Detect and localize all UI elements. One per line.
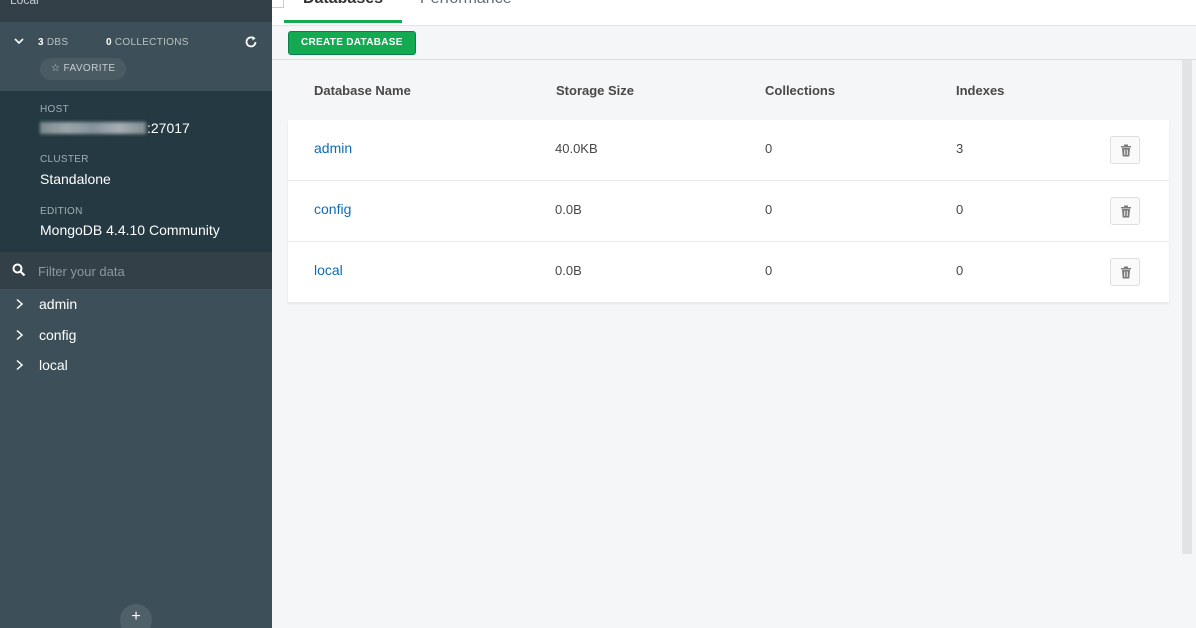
storage-size-cell: 0.0B <box>555 263 582 278</box>
refresh-icon[interactable] <box>244 35 258 49</box>
edition-label: EDITION <box>40 206 83 217</box>
indexes-cell: 0 <box>956 202 964 217</box>
collections-cell: 0 <box>765 263 773 278</box>
chevron-down-icon[interactable] <box>14 36 24 46</box>
toolbar: CREATE DATABASE <box>272 26 1196 60</box>
storage-size-cell: 40.0KB <box>555 141 598 156</box>
chevron-right-icon <box>16 359 24 371</box>
main-panel: Databases Performance CREATE DATABASE Da… <box>272 0 1196 628</box>
sidebar-item-label: admin <box>39 296 78 312</box>
add-database-button[interactable]: + <box>120 604 152 628</box>
table-row: local 0.0B 0 0 <box>288 242 1169 303</box>
sidebar-item-admin[interactable]: admin <box>0 289 272 319</box>
scrollbar[interactable] <box>1182 60 1192 554</box>
database-link[interactable]: local <box>314 262 343 278</box>
table-row: admin 40.0KB 0 3 <box>288 120 1169 181</box>
tab-bar: Databases Performance <box>272 0 1196 26</box>
collections-count: 0 COLLECTIONS <box>106 37 189 48</box>
trash-icon <box>1121 266 1131 279</box>
storage-size-cell: 0.0B <box>555 202 582 217</box>
sidebar-stats: 3 DBS 0 COLLECTIONS ☆ FAVORITE <box>0 30 272 90</box>
sidebar-item-config[interactable]: config <box>0 320 272 350</box>
database-link[interactable]: admin <box>314 140 352 156</box>
create-database-button[interactable]: CREATE DATABASE <box>288 31 416 55</box>
collections-cell: 0 <box>765 202 773 217</box>
cluster-value: Standalone <box>40 171 111 187</box>
delete-database-button[interactable] <box>1110 136 1140 164</box>
collections-cell: 0 <box>765 141 773 156</box>
column-header-database-name[interactable]: Database Name <box>314 83 411 98</box>
column-header-storage-size[interactable]: Storage Size <box>556 83 634 98</box>
table-header: Database Name Storage Size Collections I… <box>288 60 1169 120</box>
tab-databases[interactable]: Databases <box>284 0 402 23</box>
tab-bar-edge <box>272 0 284 8</box>
chevron-right-icon <box>16 329 24 341</box>
filter-input[interactable] <box>38 261 258 281</box>
database-link[interactable]: config <box>314 201 351 217</box>
cluster-label: CLUSTER <box>40 154 89 165</box>
indexes-cell: 0 <box>956 263 964 278</box>
host-value: :27017 <box>40 120 190 136</box>
sidebar-filter <box>0 252 272 289</box>
databases-table: Database Name Storage Size Collections I… <box>288 60 1169 303</box>
sidebar-title-bar: Local <box>0 0 272 22</box>
plus-icon: + <box>131 608 141 625</box>
sidebar-item-label: local <box>39 357 68 373</box>
connection-info: HOST :27017 CLUSTER Standalone EDITION M… <box>0 91 272 252</box>
dbs-count: 3 DBS <box>38 37 69 48</box>
tab-performance[interactable]: Performance <box>420 0 512 8</box>
table-row: config 0.0B 0 0 <box>288 181 1169 242</box>
indexes-cell: 3 <box>956 141 964 156</box>
search-icon <box>12 263 26 277</box>
trash-icon <box>1121 205 1131 218</box>
favorite-button[interactable]: ☆ FAVORITE <box>40 58 127 80</box>
redacted-host <box>40 122 146 134</box>
sidebar-item-label: config <box>39 327 77 343</box>
column-header-indexes[interactable]: Indexes <box>956 83 1004 98</box>
host-label: HOST <box>40 104 69 115</box>
edition-value: MongoDB 4.4.10 Community <box>40 222 220 238</box>
sidebar-item-local[interactable]: local <box>0 350 272 380</box>
trash-icon <box>1121 144 1131 157</box>
delete-database-button[interactable] <box>1110 258 1140 286</box>
column-header-collections[interactable]: Collections <box>765 83 835 98</box>
sidebar: Local 3 DBS 0 COLLECTIONS ☆ FAVORITE HOST … <box>0 0 272 628</box>
chevron-right-icon <box>16 298 24 310</box>
connection-title: Local <box>10 0 39 7</box>
delete-database-button[interactable] <box>1110 197 1140 225</box>
